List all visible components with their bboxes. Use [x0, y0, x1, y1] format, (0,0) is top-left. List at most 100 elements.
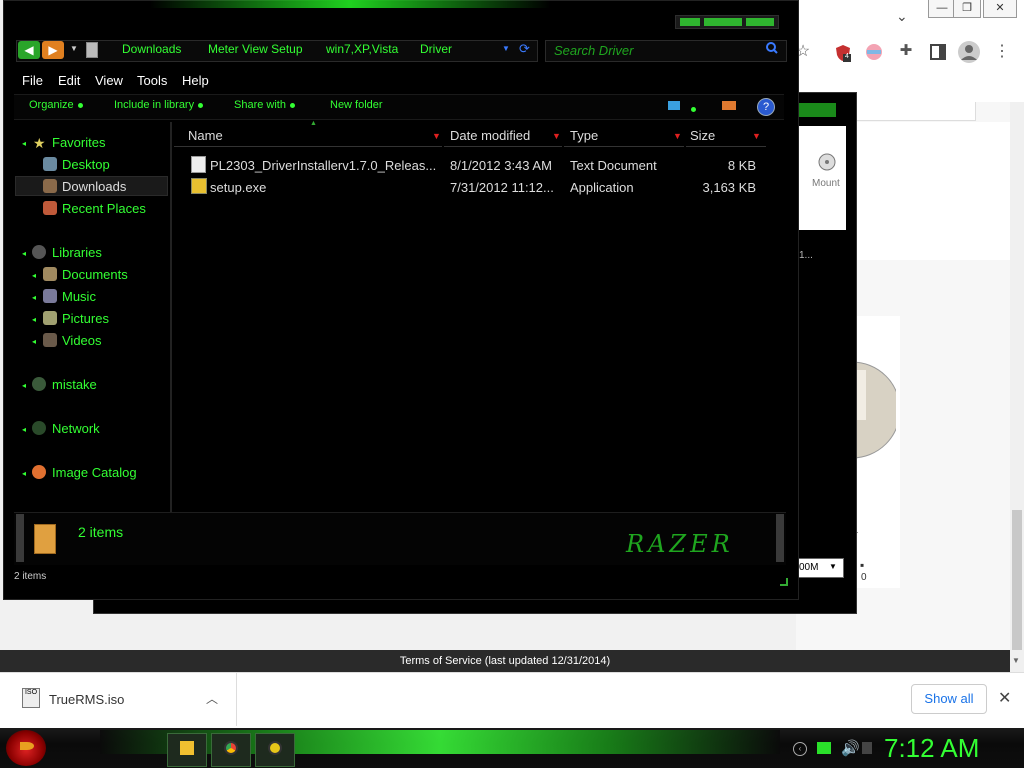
file-name[interactable]: PL2303_DriverInstallerv1.7.0_Releas...	[210, 158, 436, 173]
zoom-select[interactable]: 00M ▼	[796, 558, 844, 578]
nav-recent-places[interactable]: Recent Places	[62, 201, 146, 216]
organize-button[interactable]: Organize	[29, 99, 83, 111]
expand-image-catalog-icon[interactable]: ◂	[22, 469, 26, 478]
search-input[interactable]	[554, 41, 754, 59]
tray-flag-icon[interactable]	[862, 742, 872, 754]
nav-mistake[interactable]: mistake	[52, 377, 97, 392]
downloads-icon	[43, 179, 57, 193]
nav-image-catalog[interactable]: Image Catalog	[52, 465, 137, 480]
folder-icon	[86, 42, 98, 58]
scroll-down-icon[interactable]: ▼	[1012, 656, 1020, 665]
file-size: 8 KB	[727, 158, 756, 173]
network-icon	[32, 421, 46, 435]
refresh-icon[interactable]: ⟳	[519, 41, 530, 57]
file-name[interactable]: setup.exe	[210, 180, 266, 195]
mount-label[interactable]: Mount	[812, 178, 840, 189]
breadcrumb-win7-xp-vista[interactable]: win7,XP,Vista	[326, 42, 398, 56]
window-maximize-icon[interactable]	[704, 18, 742, 26]
chevron-up-icon[interactable]: ︿	[206, 690, 218, 707]
page-scrollbar-thumb[interactable]	[1012, 510, 1022, 650]
extension-icon-2[interactable]	[864, 43, 884, 61]
nav-network[interactable]: Network	[52, 421, 100, 436]
new-folder-label: New folder	[330, 99, 383, 111]
music-icon	[43, 289, 57, 303]
show-all-button[interactable]: Show all	[911, 684, 987, 714]
help-icon[interactable]: ?	[757, 98, 775, 116]
minimize-icon[interactable]: —	[928, 0, 956, 18]
window-close-icon[interactable]	[746, 18, 774, 26]
recent-places-icon	[43, 201, 57, 215]
expand-pictures-icon[interactable]: ◂	[32, 315, 36, 324]
image-catalog-icon	[32, 465, 46, 479]
expand-documents-icon[interactable]: ◂	[32, 271, 36, 280]
nav-pictures[interactable]: Pictures	[62, 311, 109, 326]
page-input-box[interactable]	[856, 102, 976, 121]
nav-music[interactable]: Music	[62, 289, 96, 304]
expand-music-icon[interactable]: ◂	[32, 293, 36, 302]
volume-icon[interactable]: 🔊	[841, 739, 860, 757]
window-minimize-icon[interactable]	[680, 18, 700, 26]
nav-videos[interactable]: Videos	[62, 333, 102, 348]
more-menu-icon[interactable]: ⋮	[991, 41, 1013, 63]
breadcrumb-driver[interactable]: Driver	[420, 42, 452, 56]
nav-documents[interactable]: Documents	[62, 267, 128, 282]
menu-view[interactable]: View	[95, 73, 123, 88]
file-size: 3,163 KB	[702, 180, 757, 195]
expand-videos-icon[interactable]: ◂	[32, 337, 36, 346]
disc-app-icon	[268, 741, 282, 755]
recent-pages-chevron-icon[interactable]: ▼	[70, 44, 78, 53]
expand-favorites-icon[interactable]: ◂	[22, 139, 26, 148]
back-arrow-icon[interactable]: ◀	[18, 41, 40, 59]
setup-exe-icon	[191, 178, 207, 194]
expand-libraries-icon[interactable]: ◂	[22, 249, 26, 258]
share-with-button[interactable]: Share with	[234, 99, 295, 111]
preview-pane-icon[interactable]	[722, 101, 736, 110]
close-download-shelf-icon[interactable]: ✕	[998, 688, 1011, 708]
include-in-library-button[interactable]: Include in library	[114, 99, 204, 111]
close-icon[interactable]: ✕	[983, 0, 1017, 18]
mount-disc-icon[interactable]	[817, 152, 837, 172]
expand-mistake-icon[interactable]: ◂	[22, 381, 26, 390]
profile-avatar-icon[interactable]	[958, 41, 980, 63]
iso-file-icon: ISO	[22, 688, 40, 708]
resize-grip-icon[interactable]	[780, 578, 788, 586]
nav-libraries[interactable]: Libraries	[52, 245, 102, 260]
nav-desktop[interactable]: Desktop	[62, 157, 110, 172]
tray-show-hidden-icon[interactable]: ‹	[793, 742, 807, 756]
page-text-2: 0	[861, 572, 867, 583]
side-panel-icon[interactable]	[927, 41, 949, 63]
download-filename[interactable]: TrueRMS.iso	[49, 692, 124, 707]
menu-file[interactable]: File	[22, 73, 43, 88]
date-filter-dropdown-icon[interactable]: ▼	[552, 131, 561, 141]
forward-arrow-icon[interactable]: ▶	[42, 41, 64, 59]
pane-splitter[interactable]	[170, 122, 172, 512]
breadcrumb-downloads[interactable]: Downloads	[122, 42, 181, 56]
desktop-icon	[43, 157, 57, 171]
menu-edit[interactable]: Edit	[58, 73, 80, 88]
restore-icon[interactable]: ❐	[953, 0, 981, 18]
menu-help[interactable]: Help	[182, 73, 209, 88]
search-icon[interactable]	[766, 42, 778, 54]
address-history-chevron-icon[interactable]: ▼	[502, 44, 510, 53]
menu-tools[interactable]: Tools	[137, 73, 167, 88]
libraries-icon	[32, 245, 46, 259]
tab-search-chevron-icon[interactable]: ⌄	[896, 8, 908, 25]
view-options-dropdown-icon[interactable]	[691, 101, 696, 119]
name-filter-dropdown-icon[interactable]: ▼	[432, 131, 441, 141]
size-filter-dropdown-icon[interactable]: ▼	[752, 131, 761, 141]
share-dropdown-icon	[289, 102, 295, 108]
expand-network-icon[interactable]: ◂	[22, 425, 26, 434]
terms-of-service-bar[interactable]: Terms of Service (last updated 12/31/201…	[0, 650, 1010, 672]
change-view-icon[interactable]	[668, 101, 680, 110]
column-date-label: Date modified	[450, 128, 531, 143]
nav-favorites[interactable]: Favorites	[52, 135, 105, 150]
background-window-titlebar	[796, 103, 836, 117]
puzzle-extensions-icon[interactable]: ✚	[895, 41, 917, 63]
type-filter-dropdown-icon[interactable]: ▼	[673, 131, 682, 141]
taskbar-clock[interactable]: 7:12 AM	[884, 733, 979, 764]
extension-shield-icon[interactable]: 4	[835, 44, 851, 62]
new-folder-button[interactable]: New folder	[330, 99, 383, 111]
breadcrumb-meter-view-setup[interactable]: Meter View Setup	[208, 42, 303, 56]
tray-monitor-icon[interactable]	[817, 742, 831, 754]
nav-downloads[interactable]: Downloads	[62, 179, 126, 194]
